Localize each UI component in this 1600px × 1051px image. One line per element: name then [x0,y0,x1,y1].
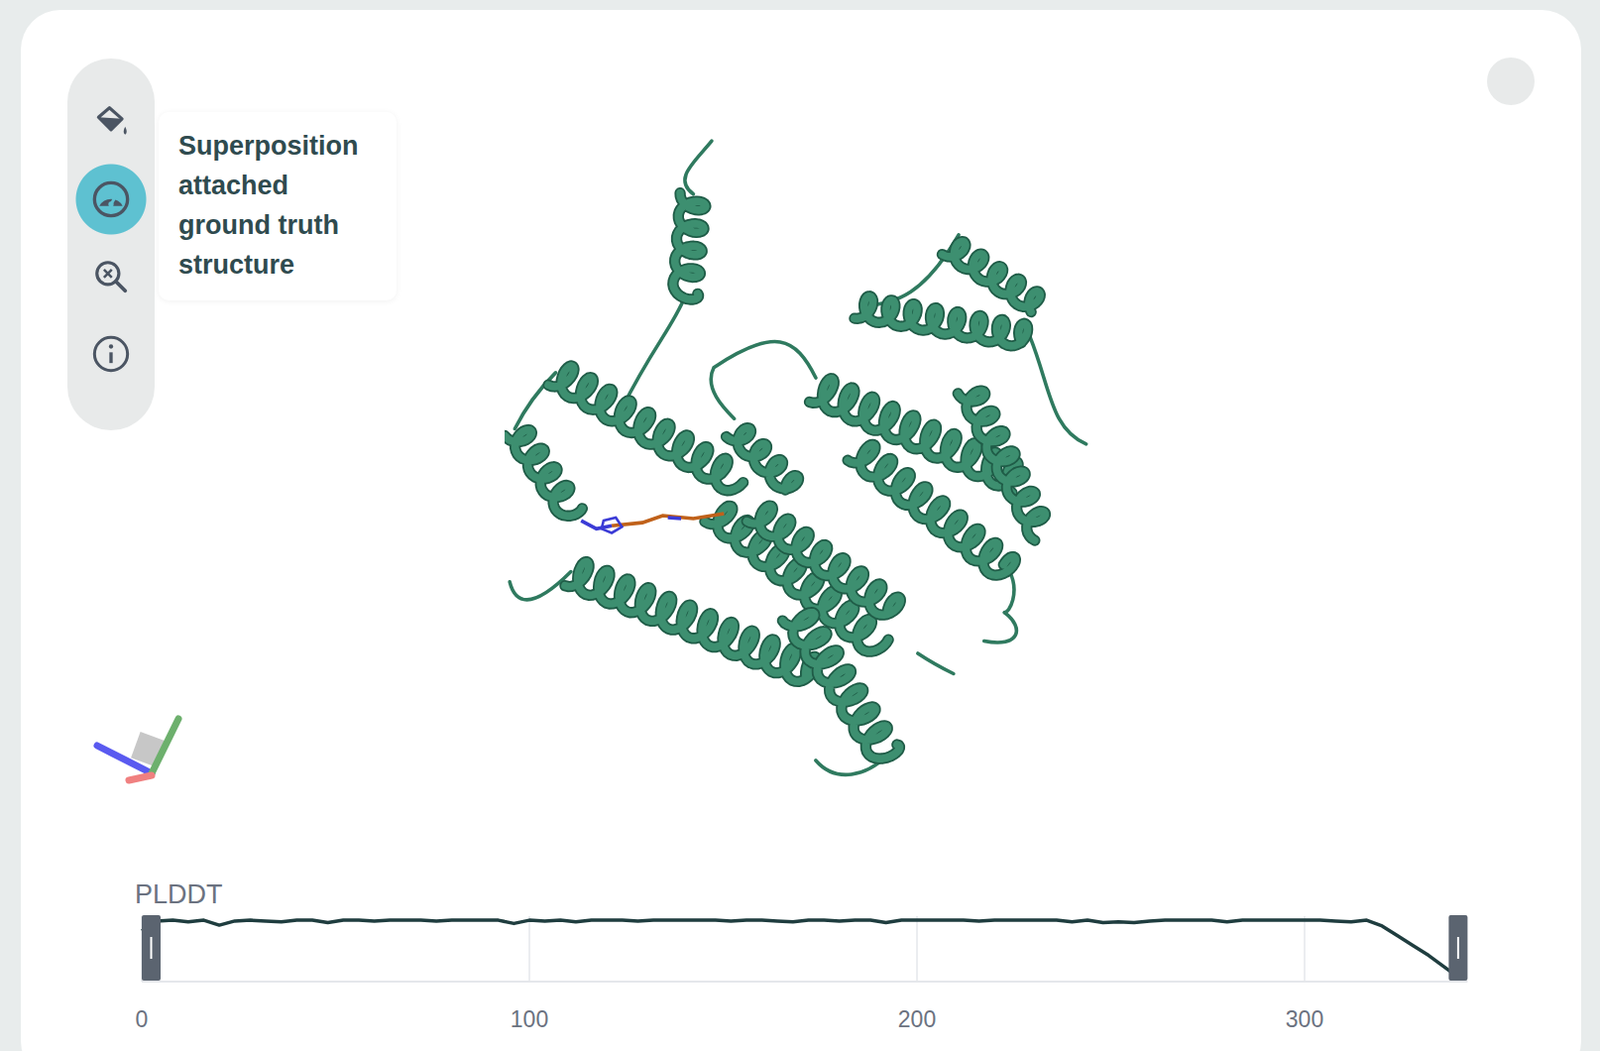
tick-label: 300 [1285,1006,1324,1032]
axes-icon [87,703,187,794]
toolbar-button[interactable] [75,237,147,316]
toolbar-button[interactable] [75,83,147,161]
range-handle-right[interactable] [1448,914,1468,981]
grid-line [528,915,531,982]
range-handle-left[interactable] [141,914,161,981]
viewer-stage[interactable]: Superposition attached ground truth stru… [20,58,1582,873]
info-icon [91,334,131,374]
plddt-line [141,919,1460,979]
grid-line [1303,915,1306,982]
toolbar-button[interactable] [75,160,147,238]
axis-line [141,980,1468,983]
gauge-icon [91,179,131,220]
tick-label: 0 [135,1006,149,1032]
toolbar-button[interactable] [75,315,147,393]
protein-structure[interactable] [504,132,1097,797]
plddt-chart: PLDDT 0 100 200 300 [20,872,1582,1037]
ligand [580,513,724,534]
structure-viewer-card: Superposition attached ground truth stru… [20,9,1582,1051]
tooltip: Superposition attached ground truth stru… [158,112,397,301]
tick-label: 100 [510,1006,549,1032]
chart-label: PLDDT [134,879,1582,910]
tick-label: 200 [898,1006,936,1032]
paint-bucket-icon [92,103,130,141]
plddt-plot[interactable]: 0 100 200 300 [134,913,1484,1037]
zoom-reset-icon [92,257,130,296]
toolbar [67,58,155,431]
grid-line [915,915,918,982]
status-dot [1486,57,1535,106]
